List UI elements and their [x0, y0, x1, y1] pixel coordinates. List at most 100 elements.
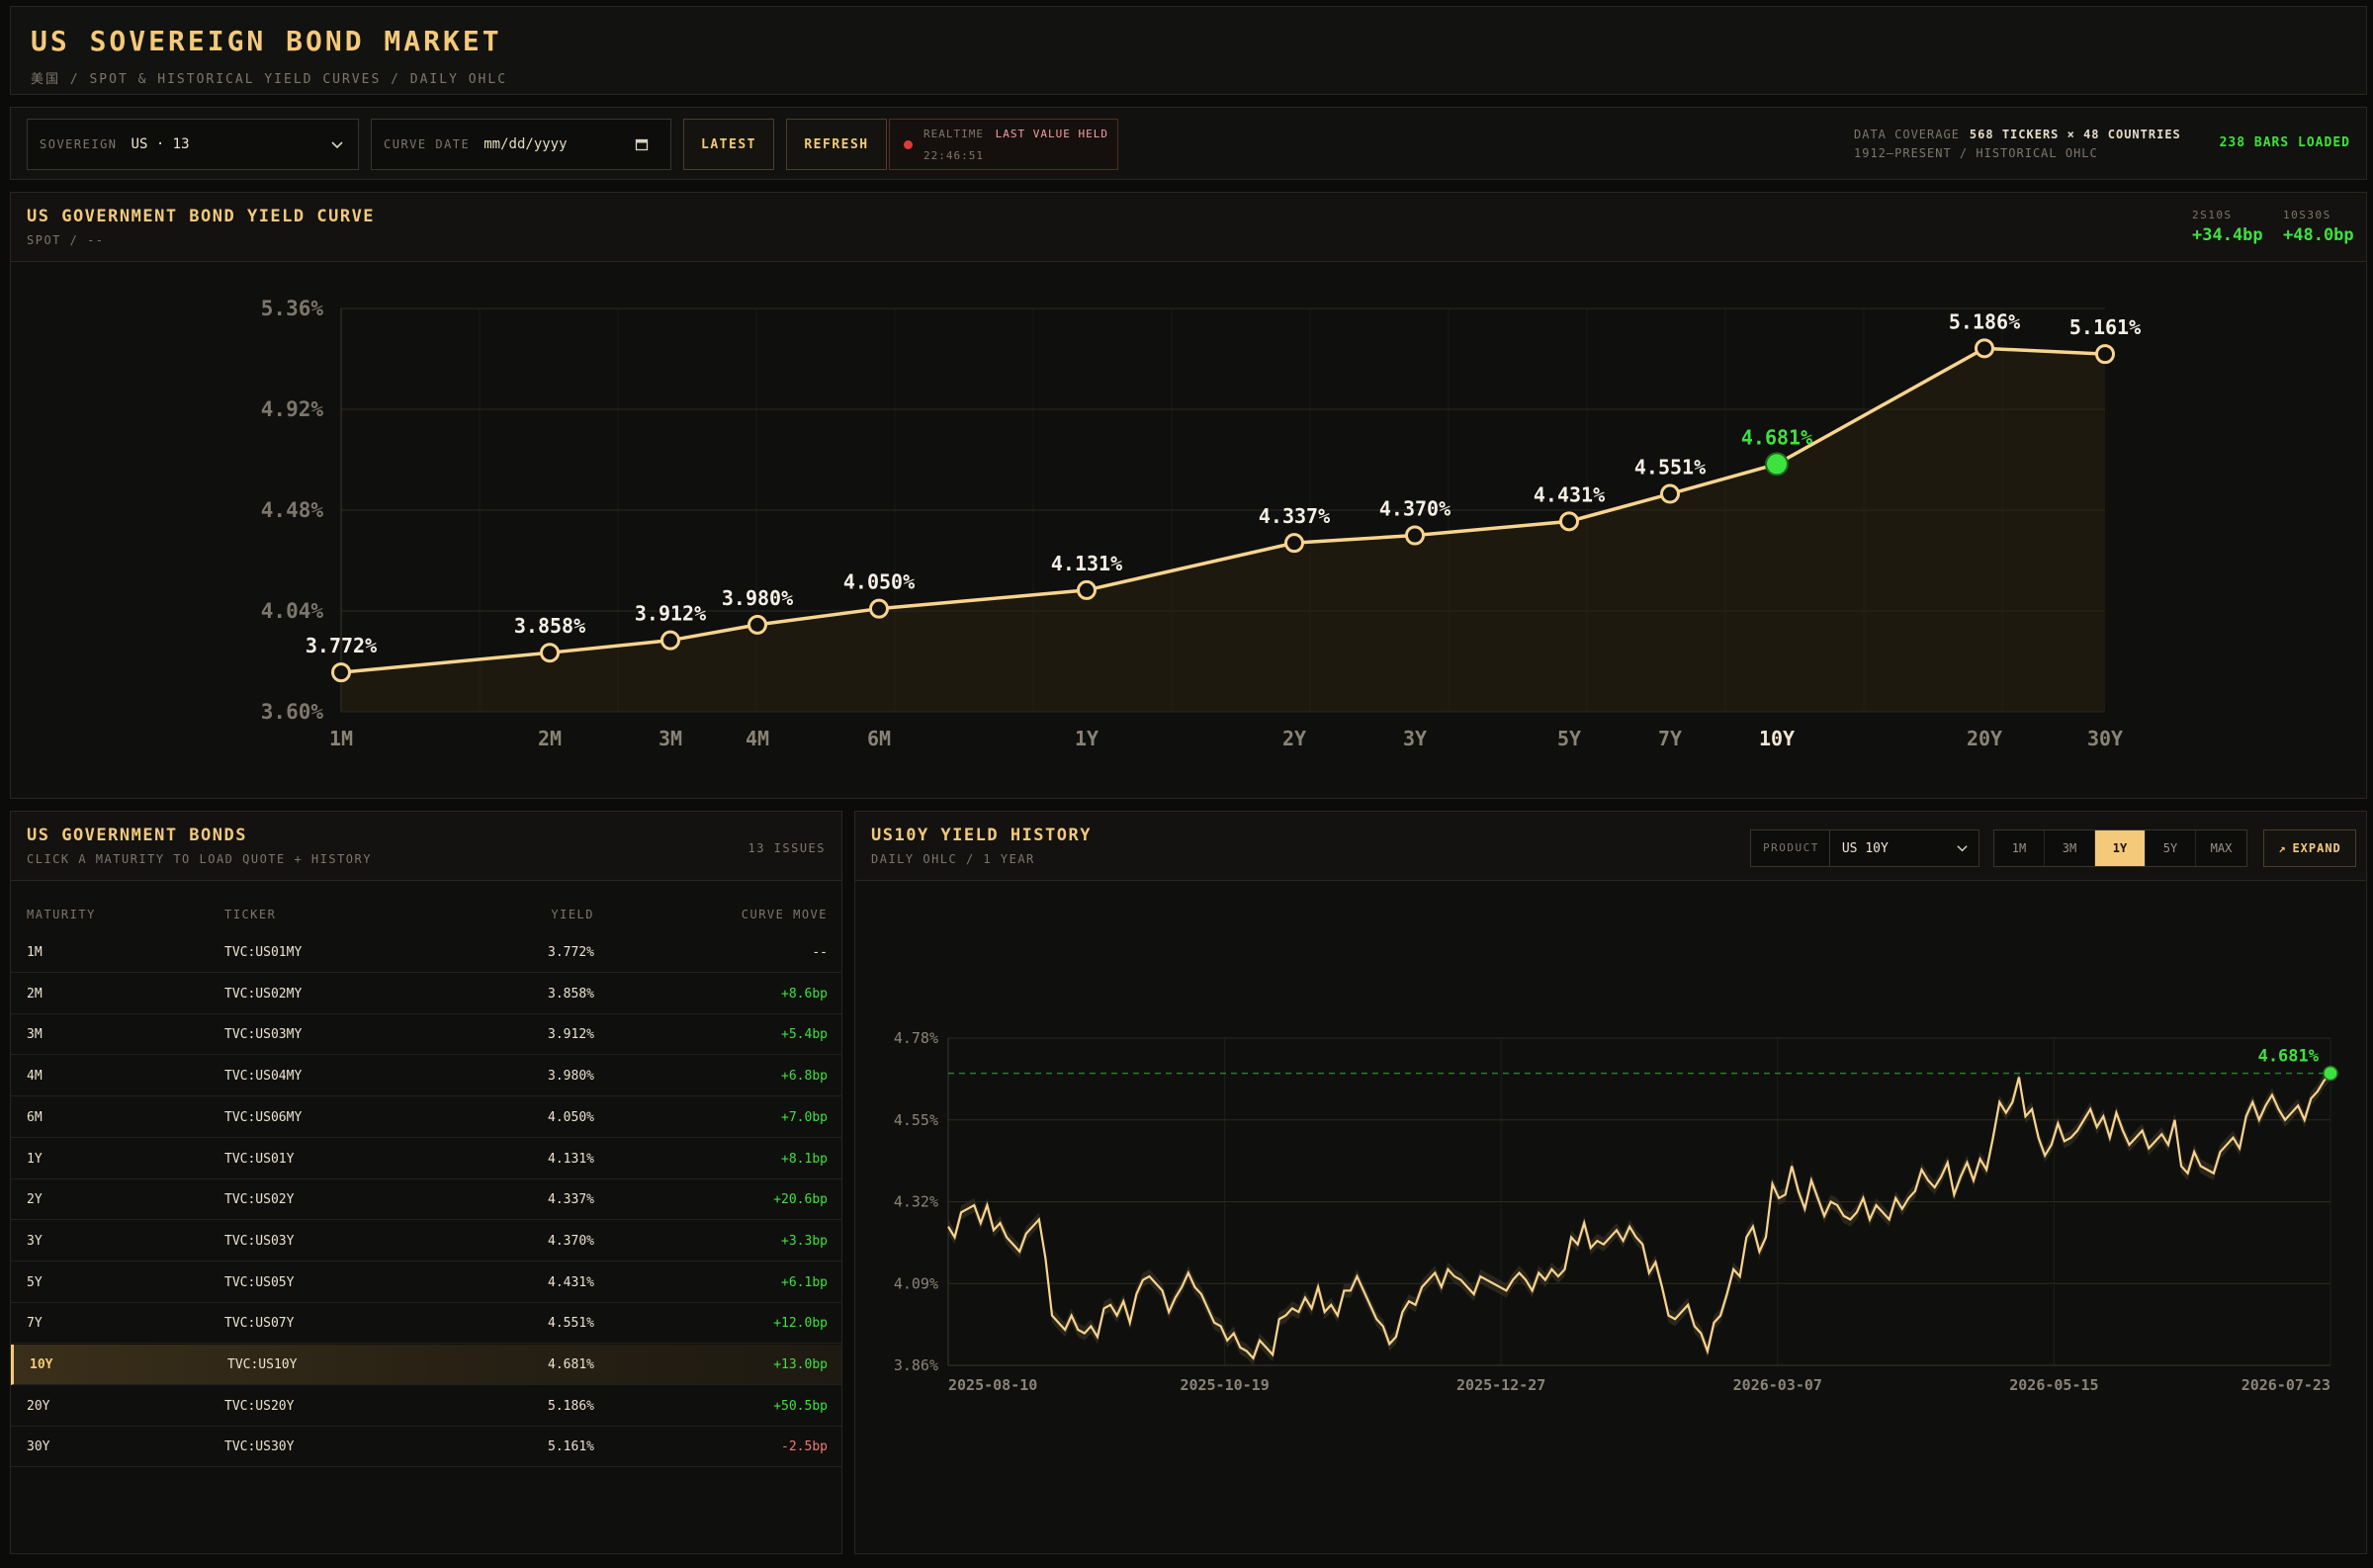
- curve-area: [341, 348, 2105, 712]
- x-tick-label[interactable]: 20Y: [1967, 727, 2002, 750]
- curve-value-label: 5.186%: [1949, 309, 2020, 333]
- chevron-down-icon: [1957, 845, 1968, 852]
- table-row[interactable]: 3Y TVC:US03Y 4.370% +3.3bp: [11, 1221, 841, 1262]
- curve-point[interactable]: [1975, 338, 1994, 359]
- x-tick-label[interactable]: 5Y: [1557, 727, 1581, 750]
- calendar-icon[interactable]: [635, 137, 649, 151]
- x-tick-label[interactable]: 1Y: [1075, 727, 1099, 750]
- product-label: PRODUCT: [1763, 830, 1830, 866]
- x-tick-label[interactable]: 4M: [746, 727, 769, 750]
- table-row[interactable]: 2Y TVC:US02Y 4.337% +20.6bp: [11, 1179, 841, 1221]
- x-tick-label[interactable]: 10Y: [1759, 727, 1795, 750]
- cell-maturity: 10Y: [30, 1357, 53, 1372]
- col-yield[interactable]: YIELD: [551, 897, 594, 932]
- table-row[interactable]: 7Y TVC:US07Y 4.551% +12.0bp: [11, 1303, 841, 1345]
- cell-ticker: TVC:US02Y: [224, 1192, 295, 1208]
- curve-value-label: 4.431%: [1534, 482, 1605, 506]
- table-row[interactable]: 5Y TVC:US05Y 4.431% +6.1bp: [11, 1263, 841, 1303]
- refresh-button[interactable]: REFRESH: [786, 119, 887, 170]
- curve-value-label: 3.912%: [635, 602, 706, 626]
- curve-value-label: 3.772%: [306, 634, 377, 657]
- sovereign-value: US · 13: [131, 136, 190, 152]
- curve-point[interactable]: [869, 598, 889, 619]
- curve-point[interactable]: [747, 614, 767, 635]
- y-tick-label: 5.36%: [261, 297, 324, 320]
- x-tick-label[interactable]: 30Y: [2087, 727, 2123, 750]
- product-value: US 10Y: [1841, 840, 1889, 856]
- history-line: [947, 1072, 2331, 1360]
- yield-curve-chart[interactable]: 5.36% 4.92% 4.48% 4.04% 3.60% 3.772% 1M 3.858% 2…: [11, 263, 2366, 798]
- product-select[interactable]: PRODUCT US 10Y: [1750, 829, 1979, 867]
- realtime-dot-icon: [904, 140, 913, 149]
- table-row[interactable]: 20Y TVC:US20Y 5.186% +50.5bp: [11, 1386, 841, 1427]
- curve-date-field[interactable]: CURVE DATE mm/dd/yyyy: [371, 119, 671, 170]
- x-tick-label[interactable]: 3M: [659, 727, 682, 750]
- table-row[interactable]: 1M TVC:US01MY 3.772% --: [11, 932, 841, 973]
- curve-point[interactable]: [1660, 483, 1680, 504]
- col-ticker[interactable]: TICKER: [224, 897, 276, 932]
- cell-yield: 4.131%: [548, 1151, 594, 1167]
- x-tick-label[interactable]: 1M: [329, 727, 353, 750]
- x-tick-label[interactable]: 6M: [867, 727, 891, 750]
- cell-maturity: 6M: [27, 1109, 43, 1125]
- table-row[interactable]: 1Y TVC:US01Y 4.131% +8.1bp: [11, 1139, 841, 1179]
- x-tick-label[interactable]: 3Y: [1403, 727, 1427, 750]
- x-tick-label: 2025-12-27: [1456, 1376, 1545, 1394]
- ohlc-range-band: [948, 1066, 2330, 1365]
- x-tick-label[interactable]: 7Y: [1658, 727, 1682, 750]
- range-1y[interactable]: 1Y: [2095, 830, 2146, 866]
- cell-yield: 3.858%: [548, 986, 594, 1002]
- page-subtitle: 美国 / SPOT & HISTORICAL YIELD CURVES / DA…: [31, 72, 508, 87]
- yield-history-chart[interactable]: 2025-08-10 2025-10-19 2025-12-27 2026-03-07…: [855, 882, 2366, 1553]
- curve-point[interactable]: [540, 643, 560, 663]
- y-tick-label: 4.55%: [894, 1111, 938, 1129]
- table-row[interactable]: 3M TVC:US03MY 3.912% +5.4bp: [11, 1014, 841, 1056]
- range-selector: 1M 3M 1Y 5Y MAX: [1993, 829, 2247, 867]
- cell-ticker: TVC:US30Y: [224, 1439, 295, 1455]
- range-3m[interactable]: 3M: [2045, 830, 2095, 866]
- curve-panel-title: US GOVERNMENT BOND YIELD CURVE: [27, 207, 376, 226]
- table-row[interactable]: 10Y TVC:US10Y 4.681% +13.0bp: [11, 1345, 841, 1385]
- cell-curve-move: +3.3bp: [781, 1233, 828, 1249]
- page-title: US SOVEREIGN BOND MARKET: [31, 25, 502, 57]
- x-tick-label: 2025-08-10: [948, 1376, 1037, 1394]
- bonds-panel-subtitle: CLICK A MATURITY TO LOAD QUOTE + HISTORY: [27, 852, 372, 866]
- curve-point[interactable]: [331, 662, 351, 683]
- range-max[interactable]: MAX: [2196, 830, 2246, 866]
- table-row[interactable]: 4M TVC:US04MY 3.980% +6.8bp: [11, 1056, 841, 1097]
- data-coverage: DATA COVERAGE 568 TICKERS × 48 COUNTRIES …: [1854, 126, 2181, 163]
- x-tick-label[interactable]: 2Y: [1282, 727, 1306, 750]
- y-tick-label: 4.32%: [894, 1193, 938, 1211]
- y-tick-label: 4.48%: [261, 498, 324, 522]
- col-maturity[interactable]: MATURITY: [27, 897, 96, 932]
- curve-point[interactable]: [660, 630, 680, 651]
- curve-point[interactable]: [1077, 579, 1097, 600]
- cell-maturity: 20Y: [27, 1398, 50, 1414]
- yield-curve-panel: US GOVERNMENT BOND YIELD CURVE SPOT / --…: [10, 192, 2367, 799]
- y-tick-label: 4.78%: [894, 1029, 938, 1047]
- range-5y[interactable]: 5Y: [2146, 830, 2196, 866]
- curve-point[interactable]: [1405, 525, 1425, 546]
- table-row[interactable]: 6M TVC:US06MY 4.050% +7.0bp: [11, 1097, 841, 1138]
- latest-button[interactable]: LATEST: [683, 119, 774, 170]
- table-row[interactable]: 2M TVC:US02MY 3.858% +8.6bp: [11, 974, 841, 1014]
- cell-ticker: TVC:US01MY: [224, 945, 303, 960]
- curve-point[interactable]: [2095, 344, 2115, 365]
- table-row[interactable]: 30Y TVC:US30Y 5.161% -2.5bp: [11, 1427, 841, 1468]
- curve-point[interactable]: [1284, 533, 1304, 554]
- curve-point[interactable]: [1765, 452, 1789, 477]
- last-value-point[interactable]: [2323, 1065, 2338, 1082]
- history-panel-title: US10Y YIELD HISTORY: [871, 826, 1092, 845]
- expand-button[interactable]: ↗ EXPAND: [2263, 829, 2356, 867]
- col-curve-move[interactable]: CURVE MOVE: [742, 897, 828, 932]
- range-1m[interactable]: 1M: [1994, 830, 2045, 866]
- sovereign-select[interactable]: SOVEREIGN US · 13: [27, 119, 359, 170]
- curve-date-input[interactable]: mm/dd/yyyy: [483, 136, 567, 152]
- cell-curve-move: -2.5bp: [781, 1439, 828, 1455]
- x-tick-label[interactable]: 2M: [538, 727, 562, 750]
- cell-yield: 3.772%: [548, 945, 594, 960]
- curve-value-label: 3.980%: [722, 586, 793, 610]
- curve-point[interactable]: [1559, 511, 1579, 532]
- cell-curve-move: +50.5bp: [773, 1398, 828, 1414]
- cell-maturity: 7Y: [27, 1316, 43, 1332]
